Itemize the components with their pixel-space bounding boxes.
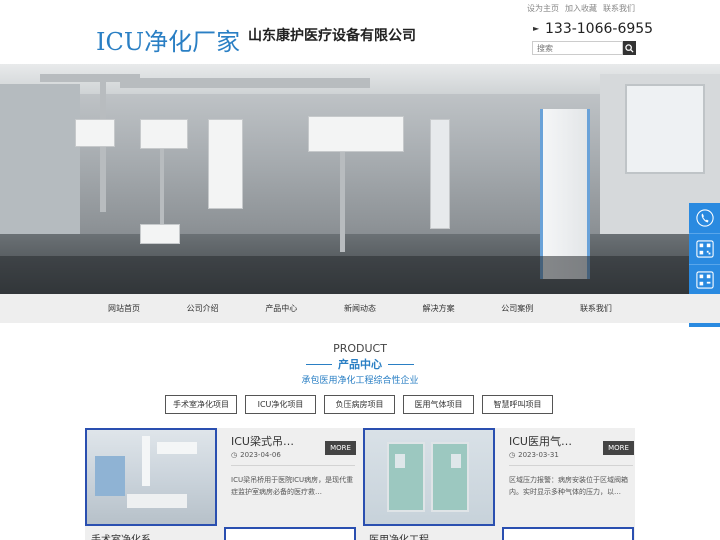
contact-link[interactable]: 联系我们 bbox=[603, 3, 635, 14]
product-date: 2023-04-06 bbox=[240, 451, 281, 459]
divider bbox=[509, 465, 633, 466]
nav-products[interactable]: 产品中心 bbox=[242, 303, 320, 314]
nav-contact[interactable]: 联系我们 bbox=[557, 303, 635, 314]
nav-solutions[interactable]: 解决方案 bbox=[400, 303, 478, 314]
hero-banner-image bbox=[0, 64, 720, 294]
qrcode-icon bbox=[695, 271, 714, 289]
phone-icon bbox=[695, 209, 714, 227]
product-image[interactable] bbox=[85, 428, 217, 526]
more-button[interactable]: MORE bbox=[603, 441, 634, 455]
site-logo[interactable]: ICU净化厂家 bbox=[96, 22, 240, 57]
product-caption[interactable]: 手术室净化系… bbox=[91, 531, 161, 540]
clock-icon: ◷ bbox=[509, 451, 516, 459]
phone-number: 133-1066-6955 bbox=[545, 21, 654, 37]
product-date-block: ◷ 2023-03-31 bbox=[509, 451, 559, 459]
set-homepage-link[interactable]: 设为主页 bbox=[527, 3, 559, 14]
company-name: 山东康护医疗设备有限公司 bbox=[248, 28, 416, 44]
header: ICU净化厂家 山东康护医疗设备有限公司 设为主页 加入收藏 联系我们 ► 13… bbox=[0, 0, 720, 64]
nav-cases[interactable]: 公司案例 bbox=[478, 303, 556, 314]
divider bbox=[388, 363, 414, 365]
add-favorite-link[interactable]: 加入收藏 bbox=[565, 3, 597, 14]
search-icon bbox=[625, 43, 634, 53]
divider bbox=[231, 465, 355, 466]
product-caption[interactable]: 医用净化工程… bbox=[369, 531, 439, 540]
tab-operating-room[interactable]: 手术室净化项目 bbox=[165, 395, 237, 414]
nav-home[interactable]: 网站首页 bbox=[85, 303, 163, 314]
clock-icon: ◷ bbox=[231, 451, 238, 459]
product-list: 手术室净化系… ICU梁式吊… MORE ◷ 2023-04-06 ICU梁吊桥… bbox=[85, 428, 635, 540]
product-image[interactable] bbox=[363, 428, 495, 526]
search-button[interactable] bbox=[623, 41, 636, 55]
divider bbox=[306, 363, 332, 365]
sidebar-qrcode-2[interactable] bbox=[689, 265, 720, 296]
product-description: ICU梁吊桥用于医院ICU病房，是现代重症监护室病房必备的医疗救… bbox=[231, 476, 354, 496]
section-subtitle: 承包医用净化工程综合性企业 bbox=[301, 376, 419, 386]
product-date: 2023-03-31 bbox=[518, 451, 559, 459]
tab-smart-call[interactable]: 智慧呼叫项目 bbox=[482, 395, 553, 414]
qrcode-icon bbox=[695, 240, 714, 258]
main-nav: 网站首页 公司介绍 产品中心 新闻动态 解决方案 公司案例 联系我们 bbox=[0, 294, 720, 323]
search-input[interactable] bbox=[532, 41, 623, 55]
product-title[interactable]: ICU医用气… bbox=[509, 433, 572, 449]
sidebar-phone[interactable] bbox=[689, 203, 720, 234]
tab-medical-gas[interactable]: 医用气体项目 bbox=[403, 395, 474, 414]
section-title-cn: 产品中心 bbox=[338, 358, 382, 371]
nav-news[interactable]: 新闻动态 bbox=[321, 303, 399, 314]
section-title-en: PRODUCT bbox=[333, 342, 387, 355]
top-links: 设为主页 加入收藏 联系我们 bbox=[527, 3, 635, 14]
more-button[interactable]: MORE bbox=[325, 441, 356, 455]
section-title-row: 产品中心 bbox=[306, 356, 414, 372]
product-title[interactable]: ICU梁式吊… bbox=[231, 433, 294, 449]
category-tabs: 手术室净化项目 ICU净化项目 负压病房项目 医用气体项目 智慧呼叫项目 bbox=[165, 395, 553, 414]
product-date-block: ◷ 2023-04-06 bbox=[231, 451, 281, 459]
search-box bbox=[532, 41, 636, 55]
product-description: 区域压力报警：病房安装位于区域阀箱内。实时显示多种气体的压力，以… bbox=[509, 476, 628, 496]
sidebar-qrcode-1[interactable] bbox=[689, 234, 720, 265]
phone-block: ► 133-1066-6955 bbox=[533, 21, 653, 37]
product-image-small[interactable] bbox=[502, 527, 634, 540]
tab-negative-pressure[interactable]: 负压病房项目 bbox=[324, 395, 395, 414]
product-image-small[interactable] bbox=[224, 527, 356, 540]
phone-arrow-icon: ► bbox=[533, 24, 540, 33]
nav-about[interactable]: 公司介绍 bbox=[164, 303, 242, 314]
tab-icu[interactable]: ICU净化项目 bbox=[245, 395, 316, 414]
